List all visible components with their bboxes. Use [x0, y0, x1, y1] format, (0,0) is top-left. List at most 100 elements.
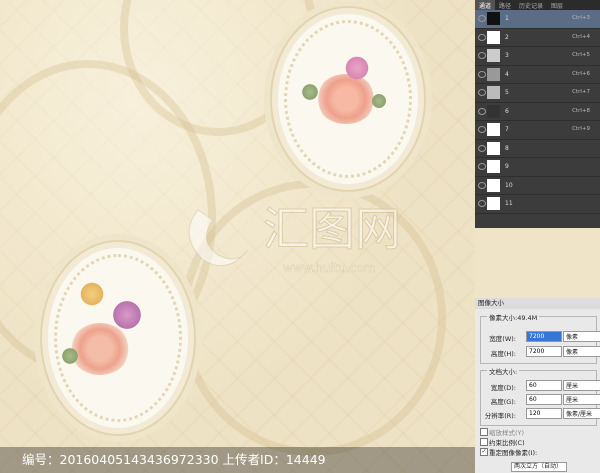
yellow-flower — [78, 282, 106, 306]
channel-name: 2 — [505, 33, 509, 41]
channel-shortcut: Ctrl+9 — [572, 126, 590, 132]
footer-bar: 编号：20160405143436972330 上传者ID：14449 — [0, 447, 475, 473]
doc-height-input[interactable] — [526, 394, 562, 405]
channel-row[interactable]: 4 Ctrl+6 — [475, 66, 600, 84]
channel-thumbnail — [487, 123, 500, 136]
eye-icon[interactable] — [478, 126, 486, 133]
pixel-dimensions-group: 像素大小:49.4M 宽度(W): 像素 高度(H): 像素 — [480, 312, 600, 364]
resolution-input[interactable] — [526, 408, 562, 419]
resample-label: 重定图像像素(I): — [489, 449, 538, 457]
eye-icon[interactable] — [478, 15, 486, 22]
channel-row[interactable]: 9 — [475, 158, 600, 177]
eye-icon[interactable] — [478, 33, 486, 41]
resample-checkbox[interactable]: ✓ — [480, 448, 488, 456]
pixel-height-input[interactable] — [526, 346, 562, 357]
channel-row[interactable]: 6 Ctrl+8 — [475, 103, 600, 121]
channel-row[interactable]: 1 Ctrl+3 — [475, 10, 600, 29]
eye-icon[interactable] — [478, 52, 486, 59]
channel-thumbnail — [487, 12, 500, 25]
pixel-width-input[interactable] — [526, 331, 562, 342]
tab-paths[interactable]: 路径 — [495, 0, 515, 10]
channel-name: 11 — [505, 200, 513, 207]
footer-text: 编号：20160405143436972330 上传者ID：14449 — [22, 452, 326, 467]
channels-panel: 通道 路径 历史记录 图层 1 Ctrl+3 2 Ctrl+4 3 Ctrl+5 4 C… — [475, 0, 600, 228]
document-size-group: 文档大小: 宽度(D): 厘米 高度(G): 厘米 分辨率(R): 像素/厘米 — [480, 366, 600, 426]
panel-tabs: 通道 路径 历史记录 图层 — [475, 0, 600, 10]
channel-name: 3 — [505, 52, 509, 59]
image-size-dialog: 图像大小 像素大小:49.4M 宽度(W): 像素 高度(H): 像素 文档大小… — [475, 298, 600, 473]
channel-name: 7 — [505, 126, 509, 133]
channel-name: 8 — [505, 144, 509, 152]
pixel-dimensions-label: 像素大小:49.4M — [487, 312, 540, 322]
channel-thumbnail — [487, 30, 500, 44]
eye-icon[interactable] — [478, 107, 486, 115]
channel-thumbnail — [487, 104, 500, 118]
channel-row[interactable]: 11 — [475, 195, 600, 214]
channel-shortcut: Ctrl+7 — [572, 89, 590, 95]
doc-width-label: 宽度(D): — [490, 384, 516, 392]
height-label: 高度(H): — [490, 350, 516, 358]
channel-name: 9 — [505, 163, 509, 170]
resolution-label: 分辨率(R): — [484, 412, 516, 420]
channel-name: 1 — [505, 15, 509, 22]
channel-row[interactable]: 10 — [475, 177, 600, 195]
tab-layers[interactable]: 图层 — [547, 0, 567, 10]
watermark-logo: 汇图网 www.huitu.com — [178, 190, 475, 280]
pink-flower — [343, 56, 371, 80]
channel-thumbnail — [487, 86, 500, 99]
tab-channels[interactable]: 通道 — [475, 0, 496, 10]
eye-icon[interactable] — [478, 200, 486, 207]
doc-height-unit[interactable]: 厘米 — [563, 394, 600, 405]
peony-flower — [70, 323, 130, 375]
channel-name: 10 — [505, 181, 513, 189]
scale-styles-checkbox[interactable] — [480, 428, 488, 436]
channel-name: 5 — [505, 89, 509, 96]
pixel-height-unit[interactable]: 像素 — [563, 346, 600, 357]
eye-icon[interactable] — [478, 89, 486, 96]
pixel-width-unit[interactable]: 像素 — [563, 331, 600, 342]
scale-styles-label: 缩放样式(Y) — [489, 429, 525, 437]
channel-shortcut: Ctrl+5 — [572, 52, 590, 58]
channel-shortcut: Ctrl+6 — [572, 70, 590, 77]
channel-shortcut: Ctrl+3 — [572, 15, 590, 21]
constrain-checkbox[interactable] — [480, 438, 488, 446]
leaves — [300, 84, 320, 100]
peony-flower — [316, 74, 376, 124]
resolution-unit[interactable]: 像素/厘米 — [563, 408, 600, 419]
channel-thumbnail — [487, 49, 500, 62]
channel-thumbnail — [487, 178, 500, 192]
watermark-en: www.huitu.com — [283, 261, 375, 275]
channel-thumbnail — [487, 197, 500, 210]
eye-icon[interactable] — [478, 181, 486, 189]
channel-row[interactable]: 3 Ctrl+5 — [475, 47, 600, 66]
channel-shortcut: Ctrl+8 — [572, 107, 590, 114]
eye-icon[interactable] — [478, 70, 486, 78]
eye-icon[interactable] — [478, 144, 486, 152]
channel-row[interactable]: 5 Ctrl+7 — [475, 84, 600, 103]
flower-medallion-top — [278, 14, 418, 184]
channel-name: 6 — [505, 107, 509, 115]
tab-history[interactable]: 历史记录 — [515, 0, 547, 10]
doc-width-input[interactable] — [526, 380, 562, 391]
document-size-label: 文档大小: — [487, 366, 520, 376]
channel-thumbnail — [487, 160, 500, 173]
doc-height-label: 高度(G): — [490, 398, 516, 406]
document-canvas[interactable]: 汇图网 www.huitu.com 编号：2016040514343697233… — [0, 0, 475, 473]
constrain-label: 约束比例(C) — [489, 439, 525, 447]
channel-row[interactable]: 7 Ctrl+9 — [475, 121, 600, 140]
doc-width-unit[interactable]: 厘米 — [563, 380, 600, 391]
channel-name: 4 — [505, 70, 509, 78]
leaves — [60, 348, 80, 364]
flower-medallion-bottom — [48, 248, 188, 428]
channel-shortcut: Ctrl+4 — [572, 33, 590, 40]
watermark-cn: 汇图网 — [263, 202, 401, 256]
resample-method-select[interactable]: 两次立方（自动） — [511, 462, 567, 472]
leaves — [370, 94, 388, 108]
eye-icon[interactable] — [478, 163, 486, 170]
huitu-logo-icon: 汇图网 www.huitu.com — [188, 202, 402, 275]
channel-row[interactable]: 2 Ctrl+4 — [475, 29, 600, 47]
channel-thumbnail — [487, 67, 500, 81]
purple-flower — [110, 300, 144, 330]
channel-row[interactable]: 8 — [475, 140, 600, 158]
width-label: 宽度(W): — [489, 335, 516, 343]
